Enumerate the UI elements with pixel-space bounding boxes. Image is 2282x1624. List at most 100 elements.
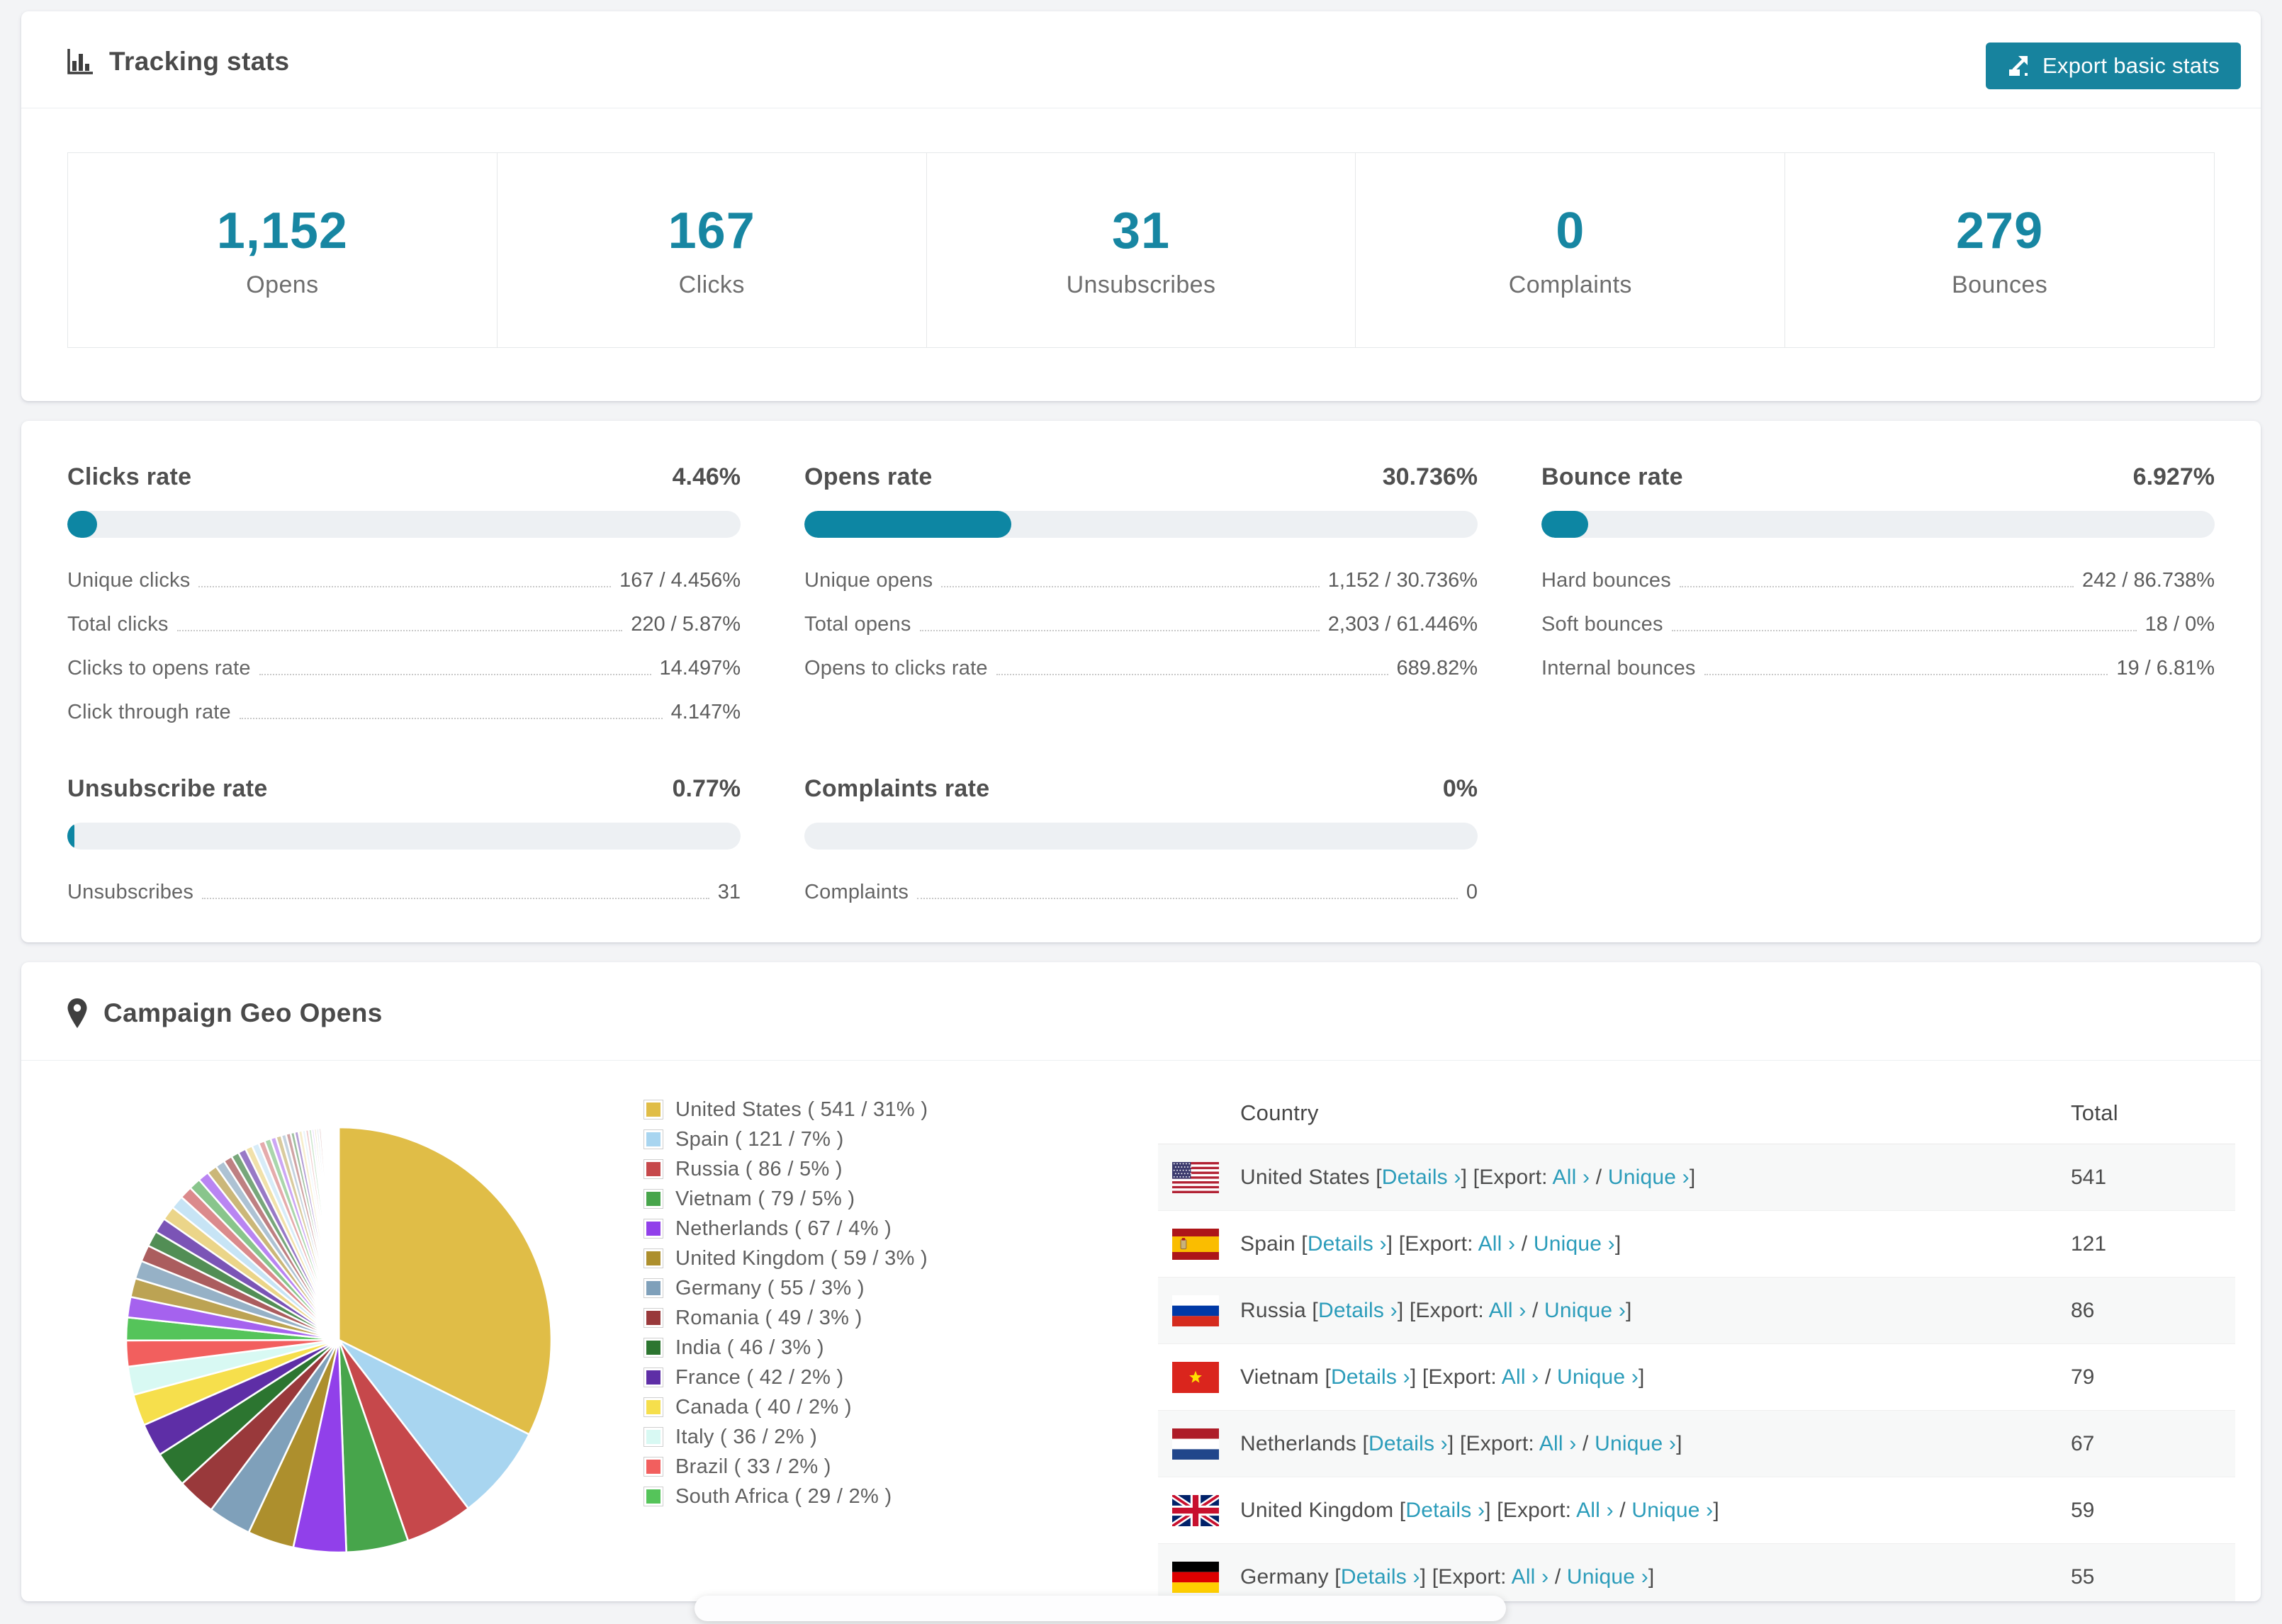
- stat-label: Unsubscribes: [1066, 271, 1216, 298]
- rate-title: Bounce rate: [1541, 463, 1683, 490]
- geo-title: Campaign Geo Opens: [103, 998, 383, 1027]
- export-all-link[interactable]: All ›: [1553, 1166, 1590, 1189]
- flag-icon-vn: [1172, 1361, 1219, 1393]
- legend-label: Netherlands ( 67 / 4% ): [675, 1217, 892, 1240]
- total-cell: 55: [2071, 1564, 2095, 1589]
- flag-icon-ru: [1172, 1295, 1219, 1326]
- legend-item-france[interactable]: France ( 42 / 2% ): [643, 1363, 928, 1392]
- export-all-link[interactable]: All ›: [1489, 1299, 1527, 1322]
- stat-label: Bounces: [1952, 271, 2048, 298]
- progress-bar-track: [804, 511, 1478, 538]
- horizontal-scrollbar-thumb[interactable]: [695, 1596, 1506, 1621]
- country-cell: Germany [Details ›] [Export: All › / Uni…: [1240, 1564, 1655, 1589]
- country-cell: Spain [Details ›] [Export: All › / Uniqu…: [1240, 1231, 1621, 1256]
- pie-slice[interactable]: [337, 1126, 340, 1341]
- legend-item-india[interactable]: India ( 46 / 3% ): [643, 1333, 928, 1363]
- legend-item-germany[interactable]: Germany ( 55 / 3% ): [643, 1273, 928, 1303]
- rate-value: 30.736%: [1382, 463, 1478, 490]
- rate-detail-value: 18 / 0%: [2145, 613, 2215, 636]
- geo-body: United States ( 541 / 31% ) Spain ( 121 /…: [21, 1061, 2261, 1601]
- details-link[interactable]: Details ›: [1318, 1299, 1398, 1322]
- dotted-leader: [996, 674, 1388, 675]
- legend-label: Germany ( 55 / 3% ): [675, 1276, 865, 1299]
- details-link[interactable]: Details ›: [1405, 1499, 1485, 1522]
- rate-detail-label: Opens to clicks rate: [804, 657, 988, 680]
- legend-item-vietnam[interactable]: Vietnam ( 79 / 5% ): [643, 1184, 928, 1214]
- rate-detail-row: Unique clicks 167 / 4.456%: [67, 569, 741, 592]
- legend-item-united-states[interactable]: United States ( 541 / 31% ): [643, 1095, 928, 1124]
- export-unique-link[interactable]: Unique ›: [1631, 1499, 1713, 1522]
- export-unique-link[interactable]: Unique ›: [1595, 1432, 1676, 1455]
- legend-swatch: [643, 1248, 663, 1268]
- table-row-de: Germany [Details ›] [Export: All › / Uni…: [1158, 1544, 2235, 1601]
- legend-label: France ( 42 / 2% ): [675, 1365, 844, 1389]
- rate-detail-row: Complaints 0: [804, 881, 1478, 904]
- rate-detail-row: Opens to clicks rate 689.82%: [804, 657, 1478, 680]
- rate-detail-label: Complaints: [804, 881, 909, 903]
- rate-detail-row: Total clicks 220 / 5.87%: [67, 613, 741, 636]
- legend-label: Italy ( 36 / 2% ): [675, 1425, 818, 1448]
- details-link[interactable]: Details ›: [1308, 1232, 1387, 1256]
- export-unique-link[interactable]: Unique ›: [1567, 1565, 1648, 1589]
- legend-item-spain[interactable]: Spain ( 121 / 7% ): [643, 1124, 928, 1154]
- export-unique-link[interactable]: Unique ›: [1534, 1232, 1615, 1256]
- export-unique-link[interactable]: Unique ›: [1557, 1365, 1639, 1389]
- rate-detail-value: 0: [1466, 881, 1478, 903]
- stat-strip: 1,152 Opens 167 Clicks 31 Unsubscribes 0 Compla…: [67, 152, 2215, 348]
- export-all-link[interactable]: All ›: [1502, 1365, 1539, 1389]
- legend-item-south-africa[interactable]: South Africa ( 29 / 2% ): [643, 1482, 928, 1511]
- column-header-country: Country: [1240, 1100, 1319, 1125]
- export-unique-link[interactable]: Unique ›: [1608, 1166, 1690, 1189]
- export-all-link[interactable]: All ›: [1539, 1432, 1577, 1455]
- export-icon: [2008, 56, 2028, 76]
- flag-icon-gb: [1172, 1494, 1219, 1526]
- legend-item-romania[interactable]: Romania ( 49 / 3% ): [643, 1303, 928, 1333]
- legend-swatch: [643, 1129, 663, 1149]
- details-link[interactable]: Details ›: [1382, 1166, 1461, 1189]
- rate-block-bounce-rate: Bounce rate 6.927% Hard bounces 242 / 86.73…: [1541, 463, 2215, 724]
- rate-rows: Unsubscribes 31: [67, 881, 741, 904]
- dotted-leader: [1704, 674, 2108, 675]
- country-cell: Vietnam [Details ›] [Export: All › / Uni…: [1240, 1365, 1645, 1389]
- rate-detail-label: Unsubscribes: [67, 881, 194, 903]
- tracking-stats-header: Tracking stats Export basic stats: [21, 11, 2261, 108]
- export-all-link[interactable]: All ›: [1478, 1232, 1516, 1256]
- details-link[interactable]: Details ›: [1368, 1432, 1448, 1455]
- export-all-link[interactable]: All ›: [1576, 1499, 1614, 1522]
- dotted-leader: [1671, 630, 2137, 631]
- progress-bar-fill: [67, 823, 74, 850]
- total-cell: 121: [2071, 1231, 2107, 1256]
- legend-label: India ( 46 / 3% ): [675, 1336, 824, 1359]
- rate-block-complaints-rate: Complaints rate 0% Complaints 0: [804, 775, 1478, 904]
- legend-item-united-kingdom[interactable]: United Kingdom ( 59 / 3% ): [643, 1244, 928, 1273]
- export-all-link[interactable]: All ›: [1512, 1565, 1549, 1589]
- rate-head: Bounce rate 6.927%: [1541, 463, 2215, 491]
- legend-item-brazil[interactable]: Brazil ( 33 / 2% ): [643, 1452, 928, 1482]
- export-unique-link[interactable]: Unique ›: [1544, 1299, 1626, 1322]
- country-cell: Netherlands [Details ›] [Export: All › /…: [1240, 1431, 1682, 1455]
- rate-value: 6.927%: [2132, 463, 2215, 490]
- rate-title: Unsubscribe rate: [67, 775, 268, 802]
- table-row-vn: Vietnam [Details ›] [Export: All › / Uni…: [1158, 1344, 2235, 1411]
- export-basic-stats-button[interactable]: Export basic stats: [1985, 43, 2241, 89]
- rate-detail-row: Total opens 2,303 / 61.446%: [804, 613, 1478, 636]
- rate-detail-label: Click through rate: [67, 701, 231, 723]
- rate-detail-label: Total clicks: [67, 613, 169, 636]
- stat-cell-bounces: 279 Bounces: [1785, 153, 2214, 347]
- rate-head: Opens rate 30.736%: [804, 463, 1478, 491]
- rates-card: Clicks rate 4.46% Unique clicks 167 / 4.456…: [21, 421, 2261, 942]
- rate-value: 4.46%: [672, 463, 741, 490]
- dotted-leader: [202, 898, 709, 899]
- legend-item-netherlands[interactable]: Netherlands ( 67 / 4% ): [643, 1214, 928, 1244]
- legend-item-canada[interactable]: Canada ( 40 / 2% ): [643, 1392, 928, 1422]
- legend-item-italy[interactable]: Italy ( 36 / 2% ): [643, 1422, 928, 1452]
- rate-detail-label: Unique opens: [804, 569, 933, 592]
- rate-detail-value: 4.147%: [670, 701, 741, 723]
- details-link[interactable]: Details ›: [1331, 1365, 1410, 1389]
- legend-swatch: [643, 1457, 663, 1477]
- rate-detail-value: 1,152 / 30.736%: [1327, 569, 1478, 592]
- rate-value: 0%: [1442, 775, 1478, 802]
- legend-label: United States ( 541 / 31% ): [675, 1098, 928, 1121]
- details-link[interactable]: Details ›: [1341, 1565, 1420, 1589]
- legend-item-russia[interactable]: Russia ( 86 / 5% ): [643, 1154, 928, 1184]
